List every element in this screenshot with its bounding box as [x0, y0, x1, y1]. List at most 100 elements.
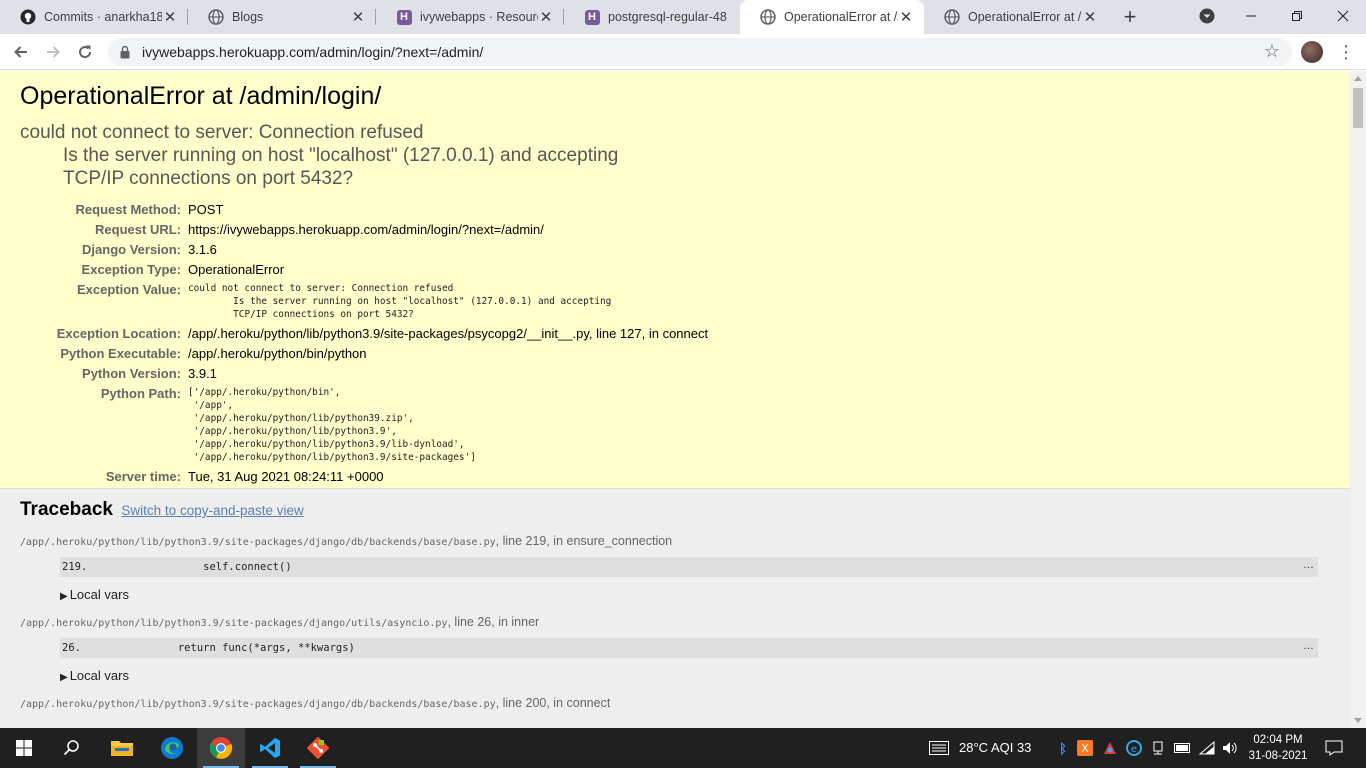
- search-icon: [63, 740, 79, 756]
- meta-value: POST: [188, 202, 224, 217]
- close-window-button[interactable]: [1320, 0, 1366, 32]
- frame-context-line[interactable]: 26. return func(*args, **kwargs) …: [60, 638, 1318, 658]
- meta-row: Request Method: POST: [20, 200, 708, 220]
- tab-postgresql-regular[interactable]: H postgresql-regular-48: [564, 0, 740, 34]
- profile-avatar[interactable]: [1301, 41, 1323, 63]
- meta-row: Django Version: 3.1.6: [20, 240, 708, 260]
- frame-context-line[interactable]: 219. self.connect() …: [60, 557, 1318, 577]
- tab-search-button[interactable]: [1184, 0, 1230, 32]
- wifi-icon[interactable]: [1199, 740, 1215, 756]
- close-icon[interactable]: ✕: [350, 9, 366, 26]
- start-button[interactable]: [0, 728, 48, 768]
- globe-icon: [208, 9, 224, 25]
- exception-value-line: Is the server running on host "localhost…: [63, 145, 619, 166]
- tab-strip: Commits · anarkha18/a ✕ Blogs ✕ H ivyweb…: [0, 0, 1366, 34]
- bluetooth-icon[interactable]: ᛒ: [1055, 740, 1071, 756]
- meta-value: https://ivywebapps.herokuapp.com/admin/l…: [188, 222, 544, 237]
- taskbar-clock[interactable]: 02:04 PM 31-08-2021: [1248, 732, 1308, 764]
- request-meta-table: Request Method: POST Request URL: https://…: [20, 200, 708, 487]
- local-vars-toggle[interactable]: ▶ Local vars: [60, 668, 1330, 683]
- close-icon[interactable]: ✕: [898, 9, 914, 26]
- meta-label: Exception Location:: [56, 326, 181, 341]
- restore-button[interactable]: [1274, 0, 1320, 32]
- triangle-right-icon: ▶: [60, 672, 68, 683]
- volume-icon[interactable]: [1222, 740, 1238, 756]
- meta-row: Python Path: ['/app/.heroku/python/bin', …: [20, 384, 708, 467]
- github-icon: [20, 9, 36, 25]
- svg-text:e: e: [1131, 744, 1137, 755]
- windows-taskbar: 28°C AQI 33 ᛒ X e 02:04 PM 31-08-2021: [0, 728, 1366, 768]
- tab-ivywebapps-resource[interactable]: H ivywebapps · Resource ✕: [376, 0, 564, 34]
- vscode-button[interactable]: [246, 728, 294, 768]
- ellipsis-icon[interactable]: …: [1303, 559, 1314, 571]
- scrollbar-thumb[interactable]: [1353, 88, 1363, 128]
- tab-operationalerror-b[interactable]: OperationalError at /b ✕: [924, 0, 1108, 34]
- scroll-up-arrow-icon[interactable]: [1354, 76, 1362, 81]
- weather-text[interactable]: 28°C AQI 33: [959, 740, 1031, 755]
- reload-button[interactable]: [72, 39, 98, 65]
- frame-code: self.connect(): [102, 561, 292, 573]
- edge-tray-icon[interactable]: e: [1126, 740, 1142, 756]
- vscode-icon: [260, 738, 280, 758]
- tab-title: Blogs: [232, 10, 264, 24]
- vertical-scrollbar[interactable]: [1350, 71, 1366, 728]
- tab-operationalerror-admin[interactable]: OperationalError at /a ✕: [740, 0, 924, 34]
- address-bar[interactable]: ivywebapps.herokuapp.com/admin/login/?ne…: [108, 38, 1292, 66]
- frame-line-number: 219.: [62, 561, 88, 573]
- app-tray-icon[interactable]: [1102, 740, 1118, 756]
- tab-blogs[interactable]: Blogs ✕: [188, 0, 376, 34]
- network-adapter-icon[interactable]: [1150, 740, 1166, 756]
- forward-button[interactable]: [40, 39, 66, 65]
- switch-view-link[interactable]: Switch to copy-and-paste view: [121, 503, 303, 518]
- weather-icon[interactable]: [928, 740, 950, 756]
- meta-value: 3.1.6: [188, 242, 217, 257]
- meta-label: Exception Type:: [81, 262, 181, 277]
- folder-icon: [111, 741, 133, 756]
- traceback-heading: Traceback: [20, 499, 113, 520]
- bookmark-star-icon[interactable]: ☆: [1264, 41, 1280, 62]
- frame-line-number: 26.: [62, 642, 81, 654]
- frame-file-path: /app/.heroku/python/lib/python3.9/site-p…: [20, 618, 448, 629]
- tab-github-commits[interactable]: Commits · anarkha18/a ✕: [0, 0, 188, 34]
- close-icon[interactable]: ✕: [1082, 9, 1098, 26]
- edge-button[interactable]: [148, 728, 196, 768]
- clock-date: 31-08-2021: [1248, 750, 1308, 762]
- xampp-icon[interactable]: X: [1077, 740, 1093, 756]
- meta-row: Python Executable: /app/.heroku/python/bi…: [20, 344, 708, 364]
- git-icon: [307, 737, 329, 759]
- search-button[interactable]: [48, 728, 96, 768]
- frame-file-path: /app/.heroku/python/lib/python3.9/site-p…: [20, 537, 496, 548]
- ellipsis-icon[interactable]: …: [1303, 640, 1314, 652]
- frame-location: /app/.heroku/python/lib/python3.9/site-p…: [20, 534, 1330, 548]
- local-vars-toggle[interactable]: ▶ Local vars: [60, 587, 1330, 602]
- heroku-icon: H: [396, 9, 412, 25]
- close-icon[interactable]: ✕: [538, 9, 554, 26]
- scroll-down-arrow-icon[interactable]: [1354, 718, 1362, 723]
- meta-value: Tue, 31 Aug 2021 08:24:11 +0000: [188, 469, 384, 484]
- meta-label: Python Version:: [82, 366, 181, 381]
- battery-icon[interactable]: [1174, 740, 1190, 756]
- globe-icon: [944, 9, 960, 25]
- meta-row: Exception Location: /app/.heroku/python/l…: [20, 324, 708, 344]
- meta-label: Exception Value:: [76, 282, 181, 297]
- kebab-menu-icon[interactable]: ⋮: [1336, 42, 1356, 62]
- meta-row: Exception Type: OperationalError: [20, 260, 708, 280]
- chrome-icon: [209, 737, 233, 759]
- python-path-pre: ['/app/.heroku/python/bin', '/app', '/ap…: [188, 387, 476, 463]
- notification-icon[interactable]: [1325, 740, 1343, 756]
- chrome-button[interactable]: [197, 728, 245, 768]
- back-button[interactable]: [8, 39, 34, 65]
- triangle-right-icon: ▶: [60, 591, 68, 602]
- frame-code: return func(*args, **kwargs): [102, 642, 355, 654]
- exception-value-pre: could not connect to server: Connection …: [188, 283, 612, 320]
- meta-value: 3.9.1: [188, 366, 217, 381]
- file-explorer-button[interactable]: [98, 728, 146, 768]
- close-icon[interactable]: ✕: [162, 9, 178, 26]
- meta-label: Request URL:: [95, 222, 181, 237]
- minimize-button[interactable]: [1228, 0, 1274, 32]
- new-tab-button[interactable]: +: [1118, 4, 1142, 29]
- heroku-icon: H: [584, 9, 600, 25]
- frame-line-info: , line 200, in connect: [495, 696, 611, 710]
- git-gui-button[interactable]: [294, 728, 342, 768]
- meta-label: Server time:: [105, 469, 181, 484]
